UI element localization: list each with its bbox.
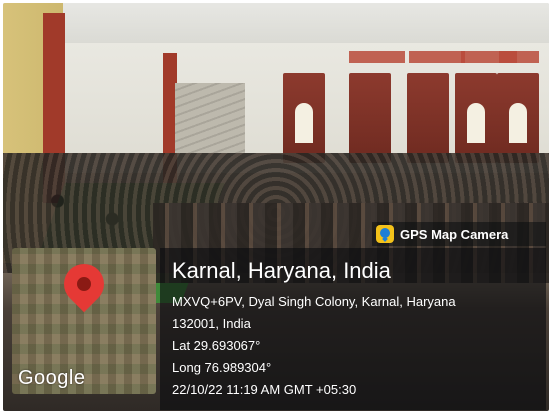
banner [409,51,465,63]
gps-map-camera-logo-icon [376,225,394,243]
window [349,73,391,163]
banner [349,51,405,63]
location-info-panel: Karnal, Haryana, India MXVQ+6PV, Dyal Si… [160,248,546,410]
city-line: Karnal, Haryana, India [172,258,391,283]
banner [499,51,539,63]
window [283,73,325,163]
latitude: Lat 29.693067° [172,338,261,353]
address-line-2: 132001, India [172,316,251,331]
staircase [175,83,245,153]
timestamp: 22/10/22 11:19 AM GMT +05:30 [172,382,357,397]
map-pin-icon [55,255,113,313]
address-line-1: MXVQ+6PV, Dyal Singh Colony, Karnal, Har… [172,294,456,309]
longitude: Long 76.989304° [172,360,272,375]
map-thumbnail: Google [12,248,156,394]
gps-app-name: GPS Map Camera [400,226,509,242]
window [455,73,497,163]
window [497,73,539,163]
gps-map-camera-badge: GPS Map Camera [372,222,546,246]
window [407,73,449,163]
google-logo: Google [18,367,86,389]
